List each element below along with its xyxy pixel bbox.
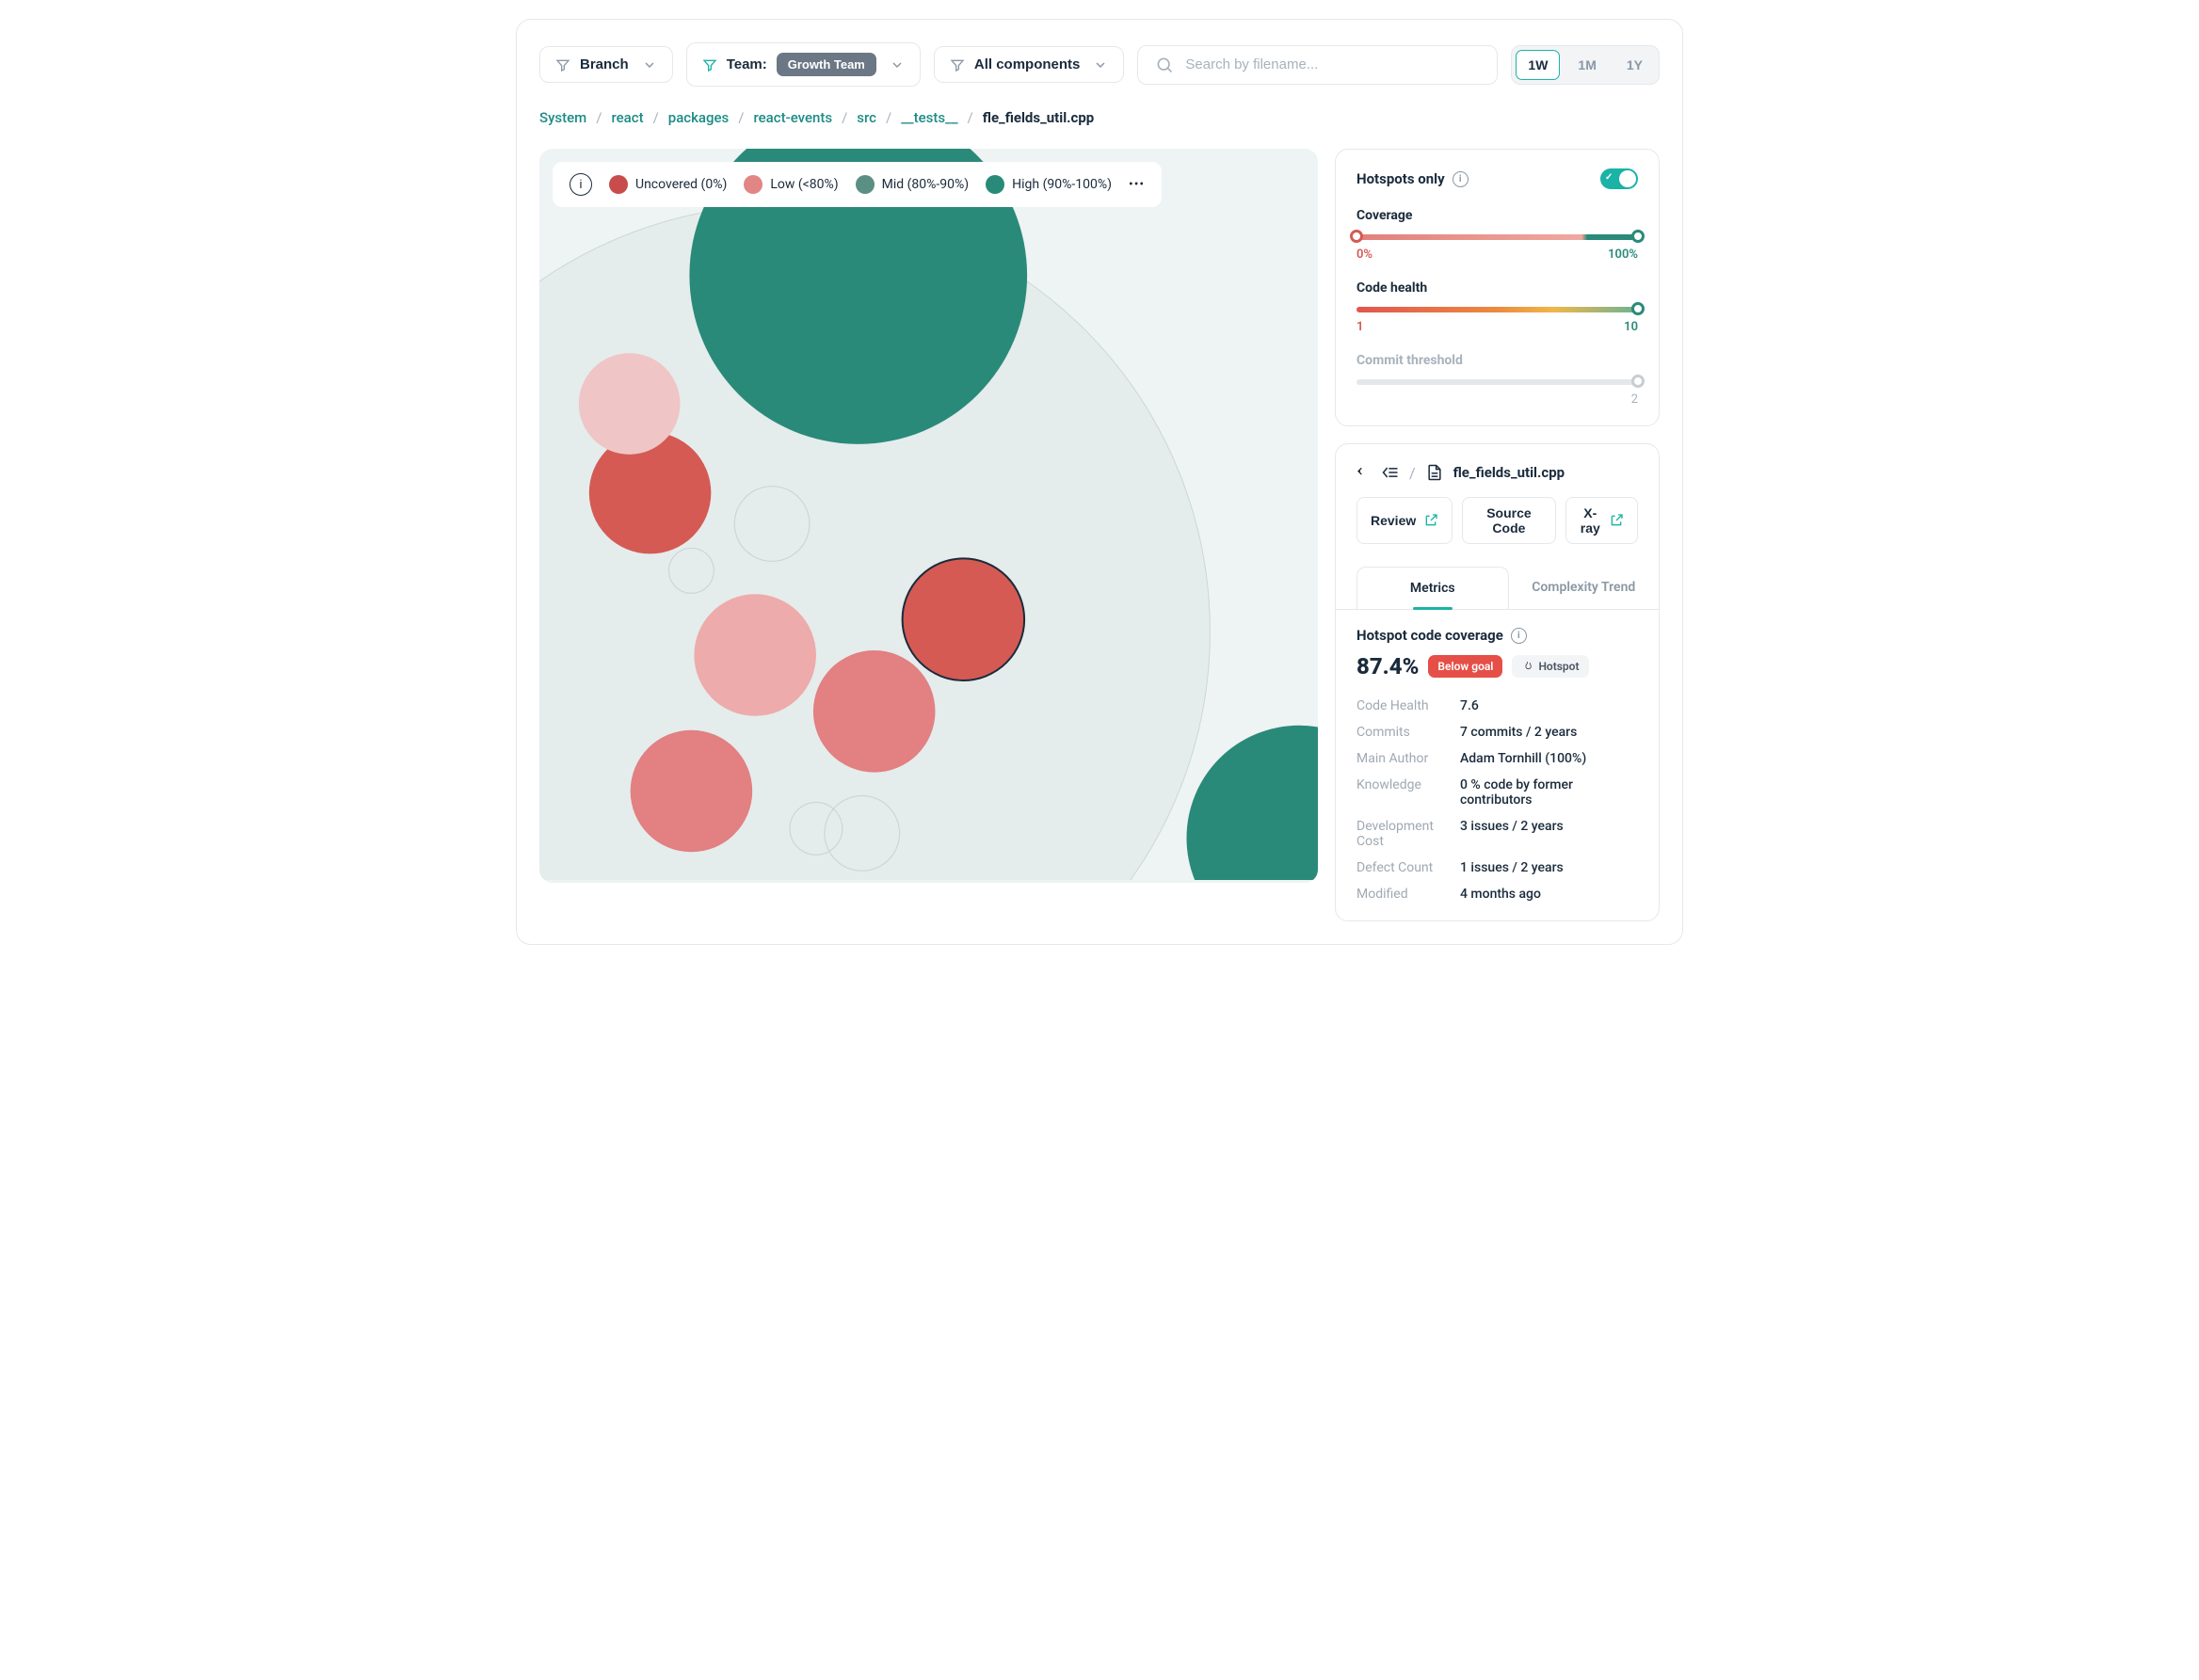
- legend-uncovered: Uncovered (0%): [635, 177, 727, 192]
- bubble-low[interactable]: [813, 650, 936, 773]
- info-icon[interactable]: i: [1453, 171, 1469, 187]
- tab-complexity-trend[interactable]: Complexity Trend: [1509, 567, 1660, 609]
- breadcrumb-sep: /: [968, 109, 973, 126]
- metric-val: 7.6: [1460, 698, 1638, 713]
- bubble-uncovered[interactable]: [589, 432, 712, 554]
- bubble-low[interactable]: [579, 353, 681, 455]
- metrics-grid: Code Health7.6 Commits7 commits / 2 year…: [1356, 698, 1638, 902]
- commit-threshold-slider[interactable]: Commit threshold 2: [1356, 353, 1638, 407]
- branch-dropdown[interactable]: Branch: [539, 46, 673, 83]
- search-input[interactable]: [1185, 56, 1480, 72]
- metric-key: Commits: [1356, 725, 1460, 740]
- breadcrumb-sep: /: [653, 109, 659, 126]
- flame-icon: [1521, 661, 1533, 673]
- code-health-slider[interactable]: Code health 110: [1356, 280, 1638, 334]
- breadcrumb-item[interactable]: react-events: [753, 109, 832, 126]
- components-dropdown[interactable]: All components: [934, 46, 1125, 83]
- breadcrumb-item[interactable]: System: [539, 109, 586, 126]
- bubble-low[interactable]: [694, 594, 816, 716]
- legend-swatch-mid: [856, 175, 875, 194]
- metric-val: Adam Tornhill (100%): [1460, 751, 1638, 766]
- chevron-down-icon: [642, 57, 657, 72]
- legend: i Uncovered (0%) Low (<80%) Mid (80%-90%…: [553, 162, 1162, 207]
- breadcrumb-item[interactable]: react: [611, 109, 643, 126]
- team-dropdown[interactable]: Team: Growth Team: [686, 42, 921, 87]
- hotspot-badge: Hotspot: [1512, 655, 1588, 678]
- legend-swatch-high: [986, 175, 1004, 194]
- coverage-slider[interactable]: Coverage 0%100%: [1356, 208, 1638, 262]
- hotspot-coverage-header: Hotspot code coverage: [1356, 627, 1503, 644]
- source-code-button[interactable]: Source Code: [1462, 497, 1555, 544]
- metric-val: 0 % code by former contributors: [1460, 777, 1638, 808]
- funnel-icon: [702, 57, 717, 72]
- legend-mid: Mid (80%-90%): [882, 177, 970, 192]
- metric-val: 7 commits / 2 years: [1460, 725, 1638, 740]
- legend-high: High (90%-100%): [1012, 177, 1112, 192]
- branch-label: Branch: [580, 56, 629, 72]
- breadcrumb-sep: /: [842, 109, 847, 126]
- tab-metrics[interactable]: Metrics: [1356, 567, 1509, 609]
- review-button[interactable]: Review: [1356, 497, 1453, 544]
- metric-key: Main Author: [1356, 751, 1460, 766]
- bubble-visualization[interactable]: i Uncovered (0%) Low (<80%) Mid (80%-90%…: [539, 149, 1318, 883]
- detail-tabs: Metrics Complexity Trend: [1336, 567, 1659, 610]
- filters-card: Hotspots only i ✓ Coverage 0%100% Code h…: [1335, 149, 1660, 426]
- components-label: All components: [974, 56, 1081, 72]
- metric-key: Development Cost: [1356, 819, 1460, 849]
- metric-key: Code Health: [1356, 698, 1460, 713]
- breadcrumb-sep: /: [596, 109, 602, 126]
- breadcrumb-current: fle_fields_util.cpp: [983, 109, 1094, 126]
- time-range-1w[interactable]: 1W: [1516, 50, 1560, 80]
- breadcrumb-sep: /: [886, 109, 891, 126]
- detail-card: / fle_fields_util.cpp Review Source Code…: [1335, 443, 1660, 921]
- metric-key: Knowledge: [1356, 777, 1460, 808]
- funnel-icon: [950, 57, 965, 72]
- bubble-uncovered[interactable]: [903, 558, 1025, 680]
- info-icon[interactable]: i: [1511, 628, 1527, 644]
- breadcrumb-item[interactable]: __tests__: [901, 109, 957, 126]
- team-value-pill: Growth Team: [777, 53, 876, 76]
- chevron-down-icon: [1093, 57, 1108, 72]
- legend-more-icon[interactable]: •••: [1129, 177, 1145, 192]
- search-icon: [1155, 56, 1174, 74]
- detail-filename: fle_fields_util.cpp: [1453, 464, 1565, 481]
- metric-key: Defect Count: [1356, 860, 1460, 875]
- legend-low: Low (<80%): [770, 177, 838, 192]
- search-box[interactable]: [1137, 45, 1498, 85]
- breadcrumb-item[interactable]: src: [857, 109, 876, 126]
- metric-key: Modified: [1356, 887, 1460, 902]
- legend-swatch-low: [744, 175, 762, 194]
- metric-val: 4 months ago: [1460, 887, 1638, 902]
- xray-button[interactable]: X-ray: [1565, 497, 1638, 544]
- hotspots-label: Hotspots only: [1356, 170, 1445, 187]
- coverage-percent: 87.4%: [1356, 653, 1419, 680]
- team-label: Team:: [727, 56, 767, 72]
- breadcrumbs: System / react / packages / react-events / s…: [539, 109, 1660, 126]
- legend-swatch-uncovered: [609, 175, 628, 194]
- time-range-toggle: 1W 1M 1Y: [1511, 45, 1660, 85]
- metric-val: 1 issues / 2 years: [1460, 860, 1638, 875]
- back-icon[interactable]: [1356, 465, 1372, 480]
- funnel-icon: [555, 57, 570, 72]
- file-icon: [1425, 463, 1444, 482]
- info-icon[interactable]: i: [570, 173, 592, 196]
- hotspots-toggle[interactable]: ✓: [1600, 168, 1638, 189]
- breadcrumb-item[interactable]: packages: [668, 109, 730, 126]
- toolbar: Branch Team: Growth Team All components …: [539, 42, 1660, 87]
- back-list-icon[interactable]: [1381, 463, 1400, 482]
- time-range-1m[interactable]: 1M: [1565, 50, 1608, 80]
- metric-val: 3 issues / 2 years: [1460, 819, 1638, 849]
- time-range-1y[interactable]: 1Y: [1614, 50, 1655, 80]
- external-link-icon: [1609, 513, 1624, 528]
- below-goal-badge: Below goal: [1428, 655, 1502, 678]
- bubble-high[interactable]: [1186, 726, 1317, 880]
- chevron-down-icon: [890, 57, 905, 72]
- external-link-icon: [1423, 513, 1438, 528]
- breadcrumb-sep: /: [738, 109, 744, 126]
- bubble-chart-svg: [539, 149, 1318, 880]
- bubble-low[interactable]: [631, 730, 753, 853]
